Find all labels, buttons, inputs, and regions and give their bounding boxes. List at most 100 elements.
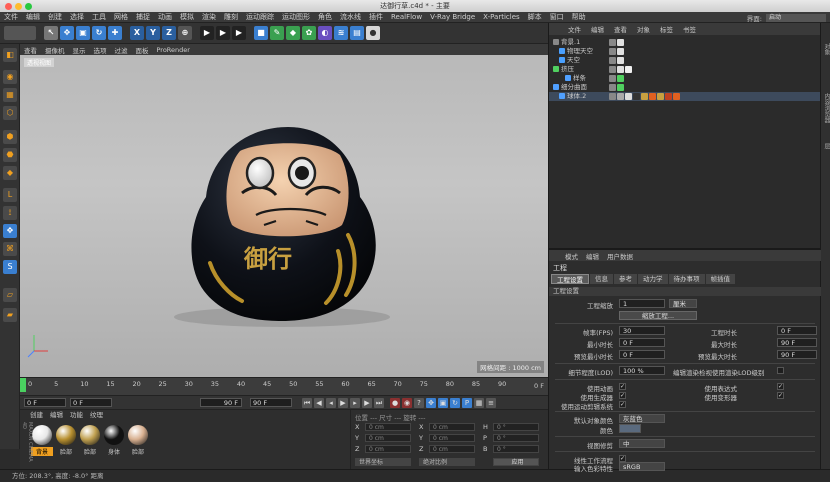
object-tag-icon[interactable] [633, 93, 640, 100]
attribute-tab[interactable]: 待办事项 [668, 274, 705, 284]
object-tag-icon[interactable] [617, 39, 624, 46]
axis-x-button[interactable]: X [130, 26, 144, 40]
object-tag-icon[interactable] [617, 57, 624, 64]
auto-key-icon[interactable]: ◉ [402, 398, 412, 408]
menu-item[interactable]: X-Particles [479, 13, 523, 21]
menu-item[interactable]: 运动跟踪 [242, 12, 278, 22]
attribute-tab[interactable]: 帧插值 [705, 274, 735, 284]
linear-workflow-checkbox[interactable]: ✓ [619, 455, 626, 462]
snap-icon[interactable]: ✥ [3, 224, 17, 238]
preview-max-field[interactable]: 90 F [777, 350, 817, 359]
side-tab[interactable]: 对象 [822, 43, 830, 55]
close-icon[interactable] [5, 3, 12, 10]
render-lod-checkbox[interactable] [777, 367, 784, 374]
attribute-tab[interactable]: 参考 [614, 274, 637, 284]
cloner-icon[interactable]: ✿ [302, 26, 316, 40]
viewport-menu-item[interactable]: 选项 [90, 45, 111, 55]
menu-item[interactable]: 渲染 [198, 12, 220, 22]
preview-min-field[interactable]: 0 F [619, 350, 665, 359]
rotate-icon[interactable]: ↻ [92, 26, 106, 40]
object-row[interactable]: 背景.1 [549, 38, 821, 47]
render-view-icon[interactable]: ▶ [200, 26, 214, 40]
key-position-icon[interactable]: ✥ [426, 398, 436, 408]
prev-frame-icon[interactable]: ◂ [326, 398, 336, 408]
apply-button[interactable]: 应用 [493, 458, 539, 466]
playhead-icon[interactable] [20, 378, 26, 392]
object-tag-icon[interactable] [609, 57, 616, 64]
scale-field[interactable]: 1 [619, 299, 665, 308]
default-color-select[interactable]: 灰蓝色 [619, 414, 665, 423]
object-menu-item[interactable]: 对象 [632, 24, 655, 34]
object-row[interactable]: 样条 [549, 74, 821, 83]
subdivision-icon[interactable]: ◆ [286, 26, 300, 40]
scale-unit-select[interactable]: 厘米 [669, 299, 697, 308]
menu-item[interactable]: 工具 [88, 12, 110, 22]
scale-icon[interactable]: ▣ [76, 26, 90, 40]
scale-project-button[interactable]: 缩放工程... [619, 311, 697, 320]
object-menu-item[interactable]: 标签 [655, 24, 678, 34]
axis-mode-icon[interactable]: L [3, 188, 17, 202]
cube-icon[interactable]: ■ [254, 26, 268, 40]
object-tag-icon[interactable] [609, 66, 616, 73]
material-swatch[interactable] [56, 425, 76, 445]
object-tag-icon[interactable] [609, 39, 616, 46]
coord-mode-select[interactable]: 世界坐标 [355, 458, 411, 466]
object-tag-icon[interactable] [665, 93, 672, 100]
object-tag-icon[interactable] [609, 75, 616, 82]
coord-field[interactable]: 0 cm [365, 445, 411, 453]
object-tag-icon[interactable] [609, 48, 616, 55]
viewport-menu-item[interactable]: 显示 [69, 45, 90, 55]
menu-item[interactable]: 帮助 [568, 12, 590, 22]
use-deform-checkbox[interactable]: ✓ [777, 392, 784, 399]
render-settings-icon[interactable]: ▶ [232, 26, 246, 40]
object-tag-icon[interactable] [625, 66, 632, 73]
timeline[interactable]: 0 5 10 15 20 25 30 35 40 45 50 55 60 65 70 75 80 85 90 0 F [20, 377, 548, 395]
object-menu-item[interactable]: 文件 [563, 24, 586, 34]
object-menu-item[interactable]: 查看 [609, 24, 632, 34]
use-anim-checkbox[interactable]: ✓ [619, 383, 626, 390]
view-clip-select[interactable]: 中 [619, 439, 665, 448]
object-row[interactable]: 天空 [549, 56, 821, 65]
end-frame-field[interactable]: 90 F [200, 398, 242, 407]
material-menu-item[interactable]: 纹理 [90, 410, 103, 420]
material-menu-item[interactable]: 功能 [70, 410, 83, 420]
floor-grid-icon[interactable]: ▱ [3, 288, 17, 302]
object-tag-icon[interactable] [609, 93, 616, 100]
coord-field[interactable]: 0 cm [365, 423, 411, 431]
object-row[interactable]: 球体.2 [549, 92, 821, 101]
object-row[interactable]: 细分曲面 [549, 83, 821, 92]
keyframe-selection-icon[interactable]: ? [414, 398, 424, 408]
size-mode-select[interactable]: 绝对比例 [419, 458, 475, 466]
input-color-select[interactable]: sRGB [619, 462, 665, 471]
use-gen-checkbox[interactable]: ✓ [619, 392, 626, 399]
coord-field[interactable]: 0 cm [429, 434, 475, 442]
make-editable-icon[interactable]: ◧ [3, 48, 17, 62]
menu-item[interactable]: 流水线 [336, 12, 365, 22]
key-scale-icon[interactable]: ▣ [438, 398, 448, 408]
attribute-tab[interactable]: 工程设置 [551, 274, 589, 284]
lod-field[interactable]: 100 % [619, 366, 665, 375]
viewport-menu-item[interactable]: 查看 [20, 45, 41, 55]
menu-item[interactable]: 编辑 [22, 12, 44, 22]
object-tag-icon[interactable] [673, 93, 680, 100]
key-rotation-icon[interactable]: ↻ [450, 398, 460, 408]
workplane-icon[interactable]: ⬡ [3, 106, 17, 120]
use-motion-checkbox[interactable]: ✓ [619, 401, 626, 408]
material-menu-item[interactable]: 编辑 [50, 410, 63, 420]
fps-field[interactable]: 30 [619, 326, 665, 335]
use-expr-checkbox[interactable]: ✓ [777, 383, 784, 390]
recent-tool-icon[interactable]: ✚ [108, 26, 122, 40]
object-tag-icon[interactable] [657, 93, 664, 100]
first-frame-icon[interactable]: ⏮ [302, 398, 312, 408]
points-mode-icon[interactable]: ⬢ [3, 130, 17, 144]
material-swatch[interactable] [32, 425, 52, 445]
object-menu-item[interactable]: 书签 [678, 24, 701, 34]
menu-item[interactable]: RealFlow [387, 13, 426, 21]
viewport[interactable]: 透视视图 御行 网格间距 : 1000 cm [20, 55, 548, 377]
coord-field[interactable]: 0 cm [429, 423, 475, 431]
object-tag-icon[interactable] [641, 93, 648, 100]
camera-icon[interactable]: ▤ [350, 26, 364, 40]
coord-system-icon[interactable]: ⊕ [178, 26, 192, 40]
axis-z-button[interactable]: Z [162, 26, 176, 40]
object-row[interactable]: 挤压 [549, 65, 821, 74]
